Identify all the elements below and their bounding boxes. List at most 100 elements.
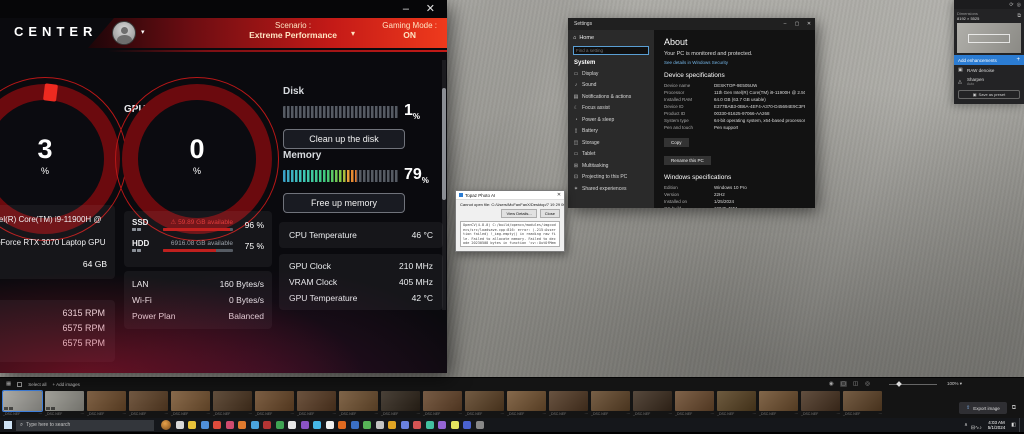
taskbar-app-icon[interactable] xyxy=(401,421,409,429)
tray-expand-icon[interactable]: ∧ xyxy=(964,422,968,428)
save-as-preset-button[interactable]: ▣ Save as preset xyxy=(958,90,1020,99)
thumbnail-menu-icon[interactable]: ⋯ xyxy=(39,412,43,416)
filmstrip-thumbnail[interactable]: _DSC.NEF⋯ xyxy=(717,391,756,416)
thumbnail-menu-icon[interactable]: ⋯ xyxy=(669,412,673,416)
sidebar-item-storage[interactable]: ◫Storage xyxy=(573,137,649,149)
thumbnail-menu-icon[interactable]: ⋯ xyxy=(879,412,883,416)
sidebar-item-battery[interactable]: ▯Battery xyxy=(573,126,649,138)
free-up-memory-button[interactable]: Free up memory xyxy=(283,193,405,213)
thumbnail-menu-icon[interactable]: ⋯ xyxy=(753,412,757,416)
taskbar-app-icon[interactable] xyxy=(161,420,171,430)
thumbnail-menu-icon[interactable]: ⋯ xyxy=(837,412,841,416)
filmstrip-thumbnail[interactable]: _DSC.NEF⋯ xyxy=(213,391,252,416)
taskbar-app-icon[interactable] xyxy=(338,421,346,429)
sidebar-item-notifications-actions[interactable]: ▤Notifications & actions xyxy=(573,91,649,103)
select-all-label[interactable]: Select all xyxy=(28,382,46,387)
account-icon[interactable]: ◎ xyxy=(1017,2,1021,8)
clean-up-disk-button[interactable]: Clean up the disk xyxy=(283,129,405,149)
taskbar-app-icon[interactable] xyxy=(176,421,184,429)
add-images-button[interactable]: + Add images xyxy=(52,382,79,387)
notification-center-icon[interactable]: ◧ xyxy=(1011,422,1016,428)
taskbar-app-icon[interactable] xyxy=(413,421,421,429)
zoom-slider[interactable] xyxy=(889,384,937,385)
filmstrip-thumbnail[interactable]: _DSC.NEF⋯ xyxy=(423,391,462,416)
show-desktop-button[interactable] xyxy=(1019,418,1021,432)
filmstrip-thumbnail[interactable]: _DSC.NEF⋯ xyxy=(87,391,126,416)
sidebar-item-power-sleep[interactable]: ◔Power & sleep xyxy=(573,114,649,126)
avatar-caret-icon[interactable]: ▾ xyxy=(141,28,145,36)
thumbnail-menu-icon[interactable]: ⋯ xyxy=(711,412,715,416)
thumbnail-menu-icon[interactable]: ⋯ xyxy=(795,412,799,416)
filmstrip-thumbnail[interactable]: _DSC.NEF⋯ xyxy=(171,391,210,416)
dialog-close-button[interactable]: Close xyxy=(540,209,560,218)
thumbnail-menu-icon[interactable]: ⋯ xyxy=(291,412,295,416)
taskbar-app-icon[interactable] xyxy=(226,421,234,429)
taskbar-app-icon[interactable] xyxy=(238,421,246,429)
taskbar-app-icon[interactable] xyxy=(476,421,484,429)
taskbar-app-icon[interactable] xyxy=(326,421,334,429)
filmstrip-thumbnail[interactable]: _DSC.NEF⋯ xyxy=(633,391,672,416)
sidebar-item-display[interactable]: ▭Display xyxy=(573,68,649,80)
avatar[interactable] xyxy=(112,21,136,45)
add-enhancements-button[interactable]: Add enhancements + xyxy=(954,55,1024,65)
filmstrip-thumbnail[interactable]: _DSC.NEF⋯ xyxy=(297,391,336,416)
thumbnail-menu-icon[interactable]: ⋯ xyxy=(333,412,337,416)
thumbnail-menu-icon[interactable]: ⋯ xyxy=(543,412,547,416)
filmstrip-thumbnail[interactable]: _DSC.NEF⋯ xyxy=(45,391,84,416)
close-icon[interactable]: ✕ xyxy=(426,2,435,16)
taskbar-app-icon[interactable] xyxy=(251,421,259,429)
taskbar-app-icon[interactable] xyxy=(276,421,284,429)
taskbar-app-icon[interactable] xyxy=(201,421,209,429)
filmstrip-thumbnail[interactable]: _DSC.NEF⋯ xyxy=(549,391,588,416)
taskbar-app-icon[interactable] xyxy=(351,421,359,429)
taskbar-app-icon[interactable] xyxy=(463,421,471,429)
filmstrip-thumbnail[interactable]: _DSC.NEF⋯ xyxy=(591,391,630,416)
enhancement-raw-denoise[interactable]: ▣RAW denoise xyxy=(954,65,1024,75)
compare-view-icon[interactable]: ◎ xyxy=(864,381,871,387)
filmstrip-thumbnail[interactable]: _DSC.NEF⋯ xyxy=(3,391,42,416)
taskbar-app-icon[interactable] xyxy=(213,421,221,429)
thumbnail-menu-icon[interactable]: ⋯ xyxy=(123,412,127,416)
single-view-icon[interactable]: ◉ xyxy=(828,381,835,387)
sidebar-item-home[interactable]: ⌂ Home xyxy=(573,33,649,43)
enhancement-sharpen[interactable]: ◬SharpenAuto xyxy=(954,75,1024,88)
filmstrip-thumbnail[interactable]: _DSC.NEF⋯ xyxy=(801,391,840,416)
filmstrip-thumbnail[interactable]: _DSC.NEF⋯ xyxy=(507,391,546,416)
split-view-icon[interactable]: ▢ xyxy=(840,381,847,387)
thumbnail-menu-icon[interactable]: ⋯ xyxy=(81,412,85,416)
thumbnail-menu-icon[interactable]: ⋯ xyxy=(249,412,253,416)
minimize-icon[interactable]: – xyxy=(779,21,791,27)
start-button[interactable] xyxy=(0,418,16,432)
sidebar-item-focus-assist[interactable]: ☾Focus assist xyxy=(573,103,649,115)
taskbar-app-icon[interactable] xyxy=(376,421,384,429)
maximize-icon[interactable]: ▢ xyxy=(791,21,803,27)
taskbar-app-icon[interactable] xyxy=(363,421,371,429)
thumbnail-menu-icon[interactable]: ⋯ xyxy=(375,412,379,416)
close-icon[interactable]: ✕ xyxy=(554,192,564,198)
taskbar-app-icon[interactable] xyxy=(426,421,434,429)
filmstrip-thumbnail[interactable]: _DSC.NEF⋯ xyxy=(381,391,420,416)
windows-security-link[interactable]: See details in Windows Security xyxy=(664,60,805,65)
filmstrip-thumbnail[interactable]: _DSC.NEF⋯ xyxy=(675,391,714,416)
taskbar-app-icon[interactable] xyxy=(188,421,196,429)
taskbar-app-icon[interactable] xyxy=(438,421,446,429)
taskbar-app-icon[interactable] xyxy=(288,421,296,429)
taskbar-clock[interactable]: 4:03 AM 5/1/2024 xyxy=(985,420,1009,430)
select-all-checkbox[interactable] xyxy=(17,382,22,387)
taskbar-app-icon[interactable] xyxy=(263,421,271,429)
taskbar-app-icon[interactable] xyxy=(301,421,309,429)
center-scrollbar-thumb[interactable] xyxy=(442,88,446,200)
taskbar-app-icon[interactable] xyxy=(313,421,321,429)
crop-icon[interactable]: ⧉ xyxy=(1017,13,1021,19)
taskbar-app-icon[interactable] xyxy=(388,421,396,429)
copy-button[interactable]: Copy xyxy=(664,138,689,147)
refresh-icon[interactable]: ⟳ xyxy=(1009,2,1013,8)
scenario-caret-icon[interactable]: ▾ xyxy=(351,29,355,38)
sidebar-item-multitasking[interactable]: ⊞Multitasking xyxy=(573,160,649,172)
tray-icon[interactable]: ♪ xyxy=(979,425,982,431)
thumbnail-menu-icon[interactable]: ⋯ xyxy=(585,412,589,416)
settings-search-input[interactable] xyxy=(574,48,648,53)
sidebar-item-projecting-to-this-pc[interactable]: ⊡Projecting to this PC xyxy=(573,172,649,184)
close-icon[interactable]: ✕ xyxy=(803,21,815,27)
rename-pc-button[interactable]: Rename this PC xyxy=(664,156,711,165)
